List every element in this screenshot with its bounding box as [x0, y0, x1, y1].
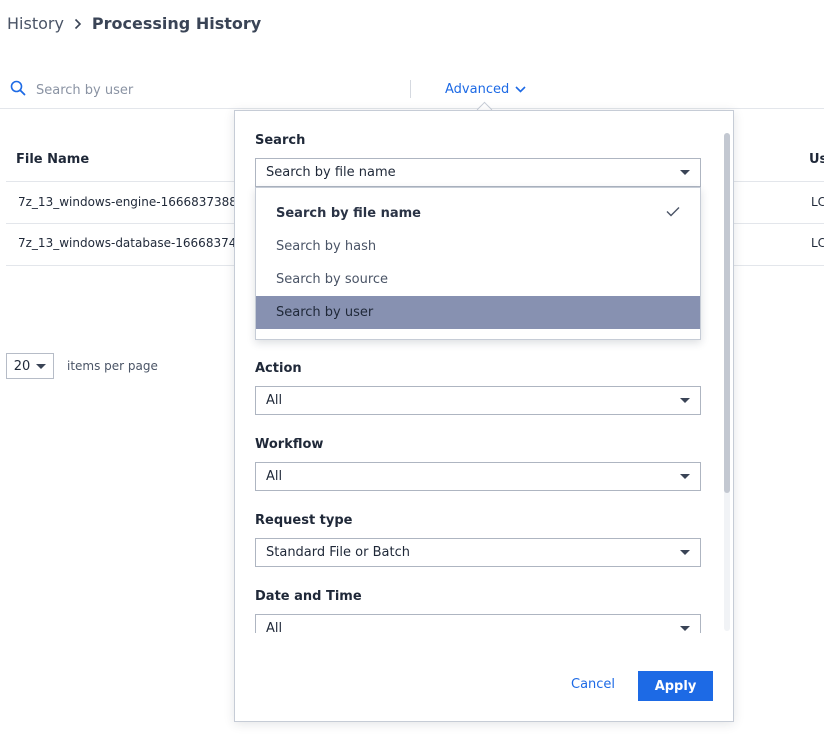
workflow-label: Workflow [255, 437, 324, 452]
request-type-select[interactable]: Standard File or Batch [255, 538, 701, 567]
panel-scroll-area[interactable]: Search Search by file name Action All Wo… [235, 111, 733, 633]
workflow-value: All [266, 469, 283, 484]
date-time-value: All [266, 621, 283, 633]
option-label: Search by source [276, 272, 389, 287]
option-label: Search by user [276, 305, 374, 320]
checkmark-icon [666, 206, 680, 221]
option-search-by-user[interactable]: Search by user [256, 296, 700, 329]
panel-scrollbar-thumb[interactable] [724, 133, 730, 493]
breadcrumb: History Processing History [7, 14, 261, 33]
breadcrumb-history-link[interactable]: History [7, 14, 64, 33]
page-size-label: items per page [67, 359, 158, 373]
date-time-label: Date and Time [255, 589, 362, 604]
chevron-right-icon [74, 18, 82, 30]
date-time-select[interactable]: All [255, 614, 701, 633]
table-cell-file-name[interactable]: 7z_13_windows-database-166683744. [18, 236, 248, 250]
advanced-search-panel: Search Search by file name Action All Wo… [234, 110, 734, 722]
apply-button[interactable]: Apply [638, 671, 713, 701]
request-type-label: Request type [255, 513, 353, 528]
option-label: Search by hash [276, 239, 377, 254]
action-select[interactable]: All [255, 386, 701, 415]
caret-down-icon [680, 170, 690, 175]
search-bar [10, 80, 376, 100]
search-type-value: Search by file name [266, 165, 396, 180]
table-cell-user: LC [811, 236, 824, 250]
action-value: All [266, 393, 283, 408]
column-header-user[interactable]: Us [809, 152, 824, 167]
column-header-file-name[interactable]: File Name [16, 152, 89, 167]
search-type-dropdown: Search by file name Search by hash Searc… [255, 187, 701, 340]
search-type-label: Search [255, 133, 306, 148]
caret-down-icon [36, 363, 47, 369]
workflow-select[interactable]: All [255, 462, 701, 491]
search-divider [410, 80, 411, 98]
caret-down-icon [680, 398, 690, 403]
action-label: Action [255, 361, 302, 376]
chevron-down-icon [515, 82, 526, 97]
page-size-select[interactable]: 20 [6, 353, 54, 379]
table-cell-user: LC [811, 195, 824, 209]
caret-down-icon [680, 550, 690, 555]
option-search-by-hash[interactable]: Search by hash [256, 230, 700, 263]
cancel-button[interactable]: Cancel [571, 677, 615, 692]
request-type-value: Standard File or Batch [266, 545, 410, 560]
search-input[interactable] [36, 82, 376, 98]
advanced-label: Advanced [445, 82, 510, 97]
advanced-search-toggle[interactable]: Advanced [445, 82, 526, 97]
caret-down-icon [680, 626, 690, 631]
page-size-value: 20 [13, 358, 31, 374]
caret-down-icon [680, 474, 690, 479]
page-title: Processing History [91, 14, 262, 33]
search-type-select[interactable]: Search by file name [255, 158, 701, 187]
option-search-by-source[interactable]: Search by source [256, 263, 700, 296]
search-icon [10, 80, 26, 100]
option-search-by-file-name[interactable]: Search by file name [256, 197, 700, 230]
table-cell-file-name[interactable]: 7z_13_windows-engine-1666837388.z [18, 195, 247, 209]
option-label: Search by file name [276, 206, 421, 221]
header-divider [0, 108, 824, 109]
